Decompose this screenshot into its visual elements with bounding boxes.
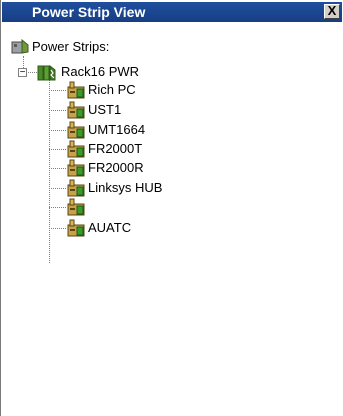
outlet-plug-icon [67, 121, 85, 139]
outlet-plug-icon [67, 198, 85, 216]
power-strip-tree: Power Strips: − Rack16 PWR Rich PC UST1 UM… [1, 0, 343, 416]
tree-node-outlet-label[interactable]: UST1 [88, 102, 121, 118]
tree-connector [49, 80, 50, 263]
power-strips-icon [11, 39, 29, 54]
outlet-plug-icon [67, 179, 85, 197]
power-strip-icon [37, 64, 56, 81]
outlet-plug-icon [67, 81, 85, 99]
tree-root-label[interactable]: Power Strips: [32, 39, 109, 55]
tree-connector [49, 149, 66, 150]
power-strip-view-panel: Power Strip View X Power Strips: − Rack1… [0, 0, 343, 416]
tree-connector [28, 72, 37, 73]
collapse-toggle[interactable]: − [18, 67, 27, 78]
tree-connector [49, 168, 66, 169]
tree-connector [49, 130, 66, 131]
tree-connector [49, 90, 66, 91]
outlet-plug-icon [67, 219, 85, 237]
tree-connector [49, 110, 66, 111]
tree-connector [49, 228, 66, 229]
minus-icon: − [19, 67, 26, 78]
tree-node-outlet-label[interactable]: UMT1664 [88, 122, 145, 138]
tree-node-outlet-label[interactable]: Linksys HUB [88, 180, 162, 196]
outlet-plug-icon [67, 159, 85, 177]
tree-node-outlet-label[interactable]: Rich PC [88, 82, 136, 98]
tree-connector [49, 207, 66, 208]
outlet-plug-icon [67, 140, 85, 158]
tree-node-outlet-label[interactable]: AUATC [88, 220, 131, 236]
tree-node-outlet-label[interactable]: FR2000R [88, 160, 144, 176]
tree-node-outlet-label[interactable]: FR2000T [88, 141, 142, 157]
tree-connector [49, 188, 66, 189]
tree-node-rack-label[interactable]: Rack16 PWR [61, 64, 139, 80]
outlet-plug-icon [67, 101, 85, 119]
